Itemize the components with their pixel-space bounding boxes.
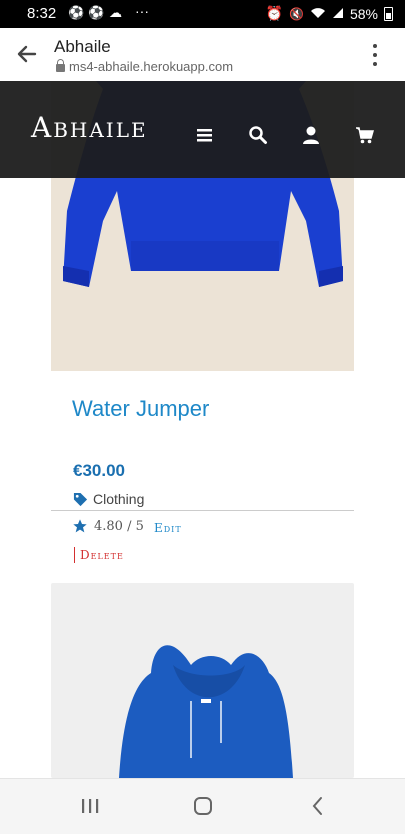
status-bar: 8:32 ⚽ ⚽ ☁ ··· ⏰ 🔇 58% <box>0 0 405 28</box>
delete-link[interactable]: Delete <box>74 547 124 563</box>
product-name[interactable]: Water Jumper <box>72 392 222 426</box>
status-right: ⏰ 🔇 58% <box>266 5 393 22</box>
soccer-icon: ⚽ <box>68 5 85 20</box>
back-nav-icon[interactable] <box>308 795 328 822</box>
rating-value: 4.80 / 5 <box>94 518 144 534</box>
product-rating: 4.80 / 5 <box>72 518 144 534</box>
url-text: ms4-abhaile.herokuapp.com <box>69 59 234 74</box>
alarm-icon: ⏰ <box>265 5 284 21</box>
back-arrow-icon[interactable] <box>14 41 40 67</box>
system-navigation-bar <box>0 778 405 834</box>
soccer-icon: ⚽ <box>88 5 105 20</box>
account-icon[interactable] <box>301 125 321 145</box>
battery-percent: 58% <box>349 5 378 22</box>
edit-link[interactable]: Edit <box>154 521 182 535</box>
product-image[interactable] <box>51 583 354 778</box>
category-label: Clothing <box>93 491 145 507</box>
home-icon[interactable] <box>192 795 214 822</box>
site-logo[interactable]: Abhaile <box>31 111 148 144</box>
cloud-icon: ☁ <box>109 5 122 20</box>
signal-icon <box>332 6 344 22</box>
divider <box>51 510 354 511</box>
browser-toolbar: Abhaile ms4-abhaile.herokuapp.com <box>0 28 405 82</box>
wifi-icon <box>310 6 326 22</box>
lock-icon <box>56 59 65 72</box>
product-price: €30.00 <box>73 461 125 480</box>
hoodie-image <box>119 645 293 778</box>
more-options-icon[interactable] <box>368 44 382 66</box>
mute-icon: 🔇 <box>289 6 304 21</box>
cart-icon[interactable] <box>355 125 375 145</box>
product-category[interactable]: Clothing <box>73 491 144 507</box>
recent-apps-icon[interactable] <box>80 797 100 820</box>
page-title: Abhaile <box>54 37 111 56</box>
menu-icon[interactable] <box>195 125 215 145</box>
clock: 8:32 <box>27 5 57 22</box>
site-header: Abhaile <box>0 81 405 178</box>
battery-icon <box>384 6 393 21</box>
url-display[interactable]: ms4-abhaile.herokuapp.com <box>56 59 233 74</box>
star-icon <box>73 519 87 533</box>
search-icon[interactable] <box>248 125 268 145</box>
more-notifications-icon: ··· <box>135 3 149 19</box>
tag-icon <box>73 492 88 506</box>
